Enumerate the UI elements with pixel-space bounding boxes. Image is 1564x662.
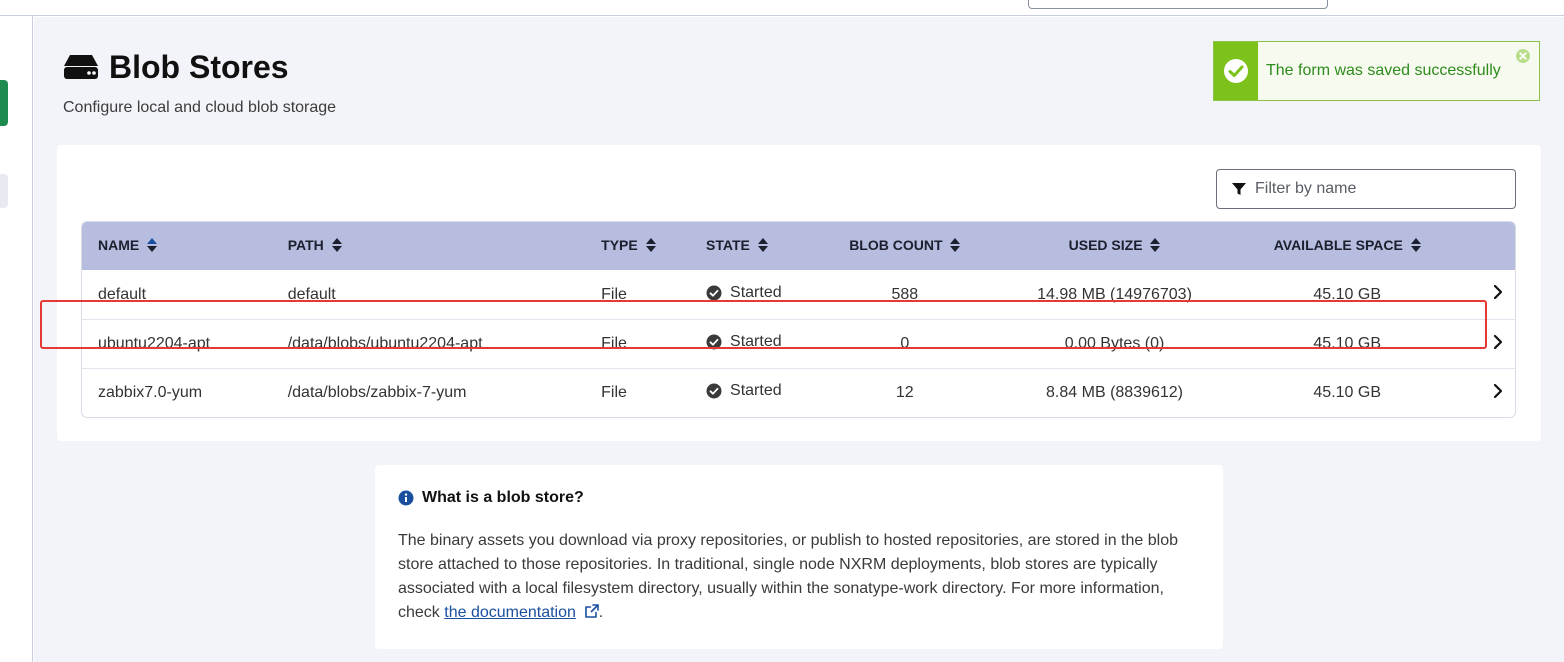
table-row[interactable]: zabbix7.0-yum /data/blobs/zabbix-7-yum F…: [82, 368, 1515, 417]
cell-blob-count: 0: [829, 319, 980, 368]
table-header-row: NAME PATH TYPE STATE BLOB COUNT USED SIZ…: [82, 222, 1515, 270]
check-circle-icon: [1224, 59, 1248, 83]
sort-icon: [331, 237, 342, 255]
sort-icon: [757, 237, 768, 255]
cell-available-space: 45.10 GB: [1249, 319, 1446, 368]
table-row[interactable]: default default File Started 588 14.98 M…: [82, 270, 1515, 319]
cell-used-size: 0.00 Bytes (0): [979, 319, 1250, 368]
cell-path: default: [287, 285, 336, 303]
chevron-right-icon: [1493, 383, 1503, 398]
page-header: Blob Stores Configure local and cloud bl…: [63, 49, 336, 117]
external-link-icon: [584, 604, 599, 618]
hard-drive-icon: [64, 55, 98, 79]
column-header-path[interactable]: PATH: [271, 222, 586, 270]
blob-stores-card: NAME PATH TYPE: [57, 145, 1541, 441]
info-circle-icon: [398, 490, 414, 506]
cell-path: /data/blobs/ubuntu2204-apt: [271, 319, 586, 368]
sort-icon: [1150, 237, 1161, 255]
column-header-blob-count[interactable]: BLOB COUNT: [829, 222, 980, 270]
cell-used-size: 14.98 MB (14976703): [1037, 285, 1192, 303]
column-header-name[interactable]: NAME: [82, 222, 272, 270]
column-header-used-size[interactable]: USED SIZE: [979, 222, 1250, 270]
cell-blob-count: 12: [829, 368, 980, 417]
sort-icon: [147, 237, 158, 255]
info-title: What is a blob store?: [398, 489, 1200, 507]
nav-item[interactable]: [0, 174, 8, 208]
check-circle-icon: [706, 334, 722, 350]
column-header-state[interactable]: STATE: [690, 222, 830, 270]
nav-active-indicator[interactable]: [0, 80, 8, 126]
column-header-actions: [1445, 222, 1515, 270]
page-subtitle: Configure local and cloud blob storage: [63, 99, 337, 116]
column-header-type[interactable]: TYPE: [585, 222, 691, 270]
funnel-icon: [1232, 183, 1246, 195]
close-icon[interactable]: [1515, 48, 1531, 64]
row-open[interactable]: [1445, 319, 1515, 368]
main-content: Blob Stores Configure local and cloud bl…: [34, 17, 1564, 662]
cell-type: File: [585, 368, 691, 417]
cell-used-size: 8.84 MB (8839612): [979, 368, 1250, 417]
info-panel: What is a blob store? The binary assets …: [375, 465, 1223, 649]
check-circle-icon: [706, 383, 722, 399]
sort-icon: [1410, 237, 1421, 255]
table-row[interactable]: ubuntu2204-apt /data/blobs/ubuntu2204-ap…: [82, 319, 1515, 368]
cell-state: Started: [690, 368, 830, 417]
chevron-right-icon: [1493, 334, 1503, 349]
top-bar: [0, 0, 1564, 16]
row-open[interactable]: [1445, 368, 1515, 417]
cell-name: ubuntu2204-apt: [82, 319, 272, 368]
cell-name: default: [98, 285, 147, 303]
cell-type: File: [585, 319, 691, 368]
page-title-text: Blob Stores: [109, 49, 289, 85]
cell-type: File: [601, 285, 627, 303]
filter-box[interactable]: [1216, 169, 1516, 209]
cell-available-space: 45.10 GB: [1249, 368, 1446, 417]
cell-state: Started: [690, 270, 830, 319]
cell-path: /data/blobs/zabbix-7-yum: [271, 368, 586, 417]
cell-name: zabbix7.0-yum: [82, 368, 272, 417]
left-nav: [0, 16, 33, 662]
blob-stores-table: NAME PATH TYPE STATE BLOB COUNT USED SIZ…: [81, 221, 1516, 418]
cell-available-space: 45.10 GB: [1313, 285, 1382, 303]
sort-icon: [645, 237, 656, 255]
documentation-link[interactable]: the documentation: [444, 604, 576, 621]
toast-icon-box: [1214, 42, 1258, 100]
global-search-input[interactable]: [1028, 0, 1328, 9]
column-header-available-space[interactable]: AVAILABLE SPACE: [1249, 222, 1446, 270]
toast-message: The form was saved successfully: [1266, 62, 1501, 79]
page-title: Blob Stores: [63, 49, 336, 85]
check-circle-icon: [706, 285, 722, 300]
sort-icon: [950, 237, 961, 255]
filter-input[interactable]: [1255, 180, 1505, 198]
chevron-right-icon: [1493, 284, 1503, 300]
cell-blob-count: 588: [891, 285, 919, 303]
row-open[interactable]: [1445, 270, 1515, 319]
cell-state: Started: [690, 319, 830, 368]
success-toast: The form was saved successfully: [1213, 41, 1540, 101]
info-body: The binary assets you download via proxy…: [398, 532, 1178, 621]
